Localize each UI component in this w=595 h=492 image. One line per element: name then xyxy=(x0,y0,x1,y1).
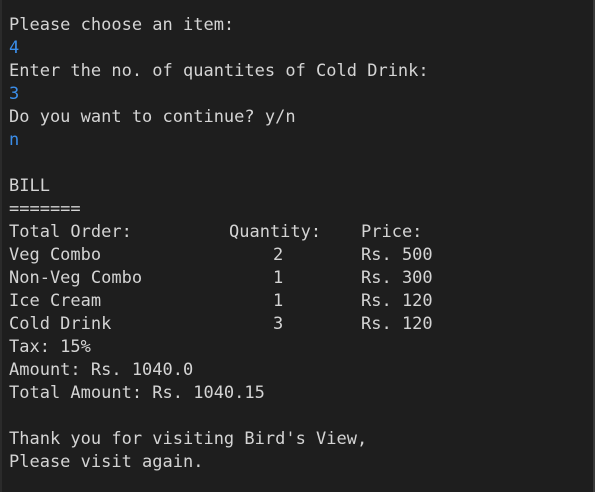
row-price: Rs. 500 xyxy=(361,245,433,265)
input-continue: n xyxy=(9,130,20,150)
input-quantity: 3 xyxy=(9,84,20,104)
header-price: Price: xyxy=(361,222,423,242)
row-quantity: 1 xyxy=(273,268,284,288)
row-item: Ice Cream xyxy=(9,291,102,311)
header-quantity: Quantity: xyxy=(229,222,322,242)
total-amount-line: Total Amount: Rs. 1040.15 xyxy=(9,383,265,403)
row-item: Non-Veg Combo xyxy=(9,268,143,288)
row-price: Rs. 120 xyxy=(361,291,433,311)
row-item: Veg Combo xyxy=(9,245,102,265)
row-quantity: 3 xyxy=(273,314,284,334)
amount-line: Amount: Rs. 1040.0 xyxy=(9,360,194,380)
bill-title: BILL xyxy=(9,176,50,196)
row-quantity: 2 xyxy=(273,245,284,265)
row-item: Cold Drink xyxy=(9,314,112,334)
thanks-message: Thank you for visiting Bird's View, xyxy=(9,429,368,449)
row-quantity: 1 xyxy=(273,291,284,311)
header-item: Total Order: xyxy=(9,222,132,242)
prompt-continue: Do you want to continue? y/n xyxy=(9,107,296,127)
input-item-number: 4 xyxy=(9,38,20,58)
visit-again-message: Please visit again. xyxy=(9,452,204,472)
tax-line: Tax: 15% xyxy=(9,337,91,357)
prompt-choose-item: Please choose an item: xyxy=(9,15,235,35)
row-price: Rs. 120 xyxy=(361,314,433,334)
prompt-quantity: Enter the no. of quantites of Cold Drink… xyxy=(9,61,429,81)
bill-rule: ======= xyxy=(9,199,81,219)
row-price: Rs. 300 xyxy=(361,268,433,288)
terminal-output[interactable]: Please choose an item: 4 Enter the no. o… xyxy=(0,0,595,492)
